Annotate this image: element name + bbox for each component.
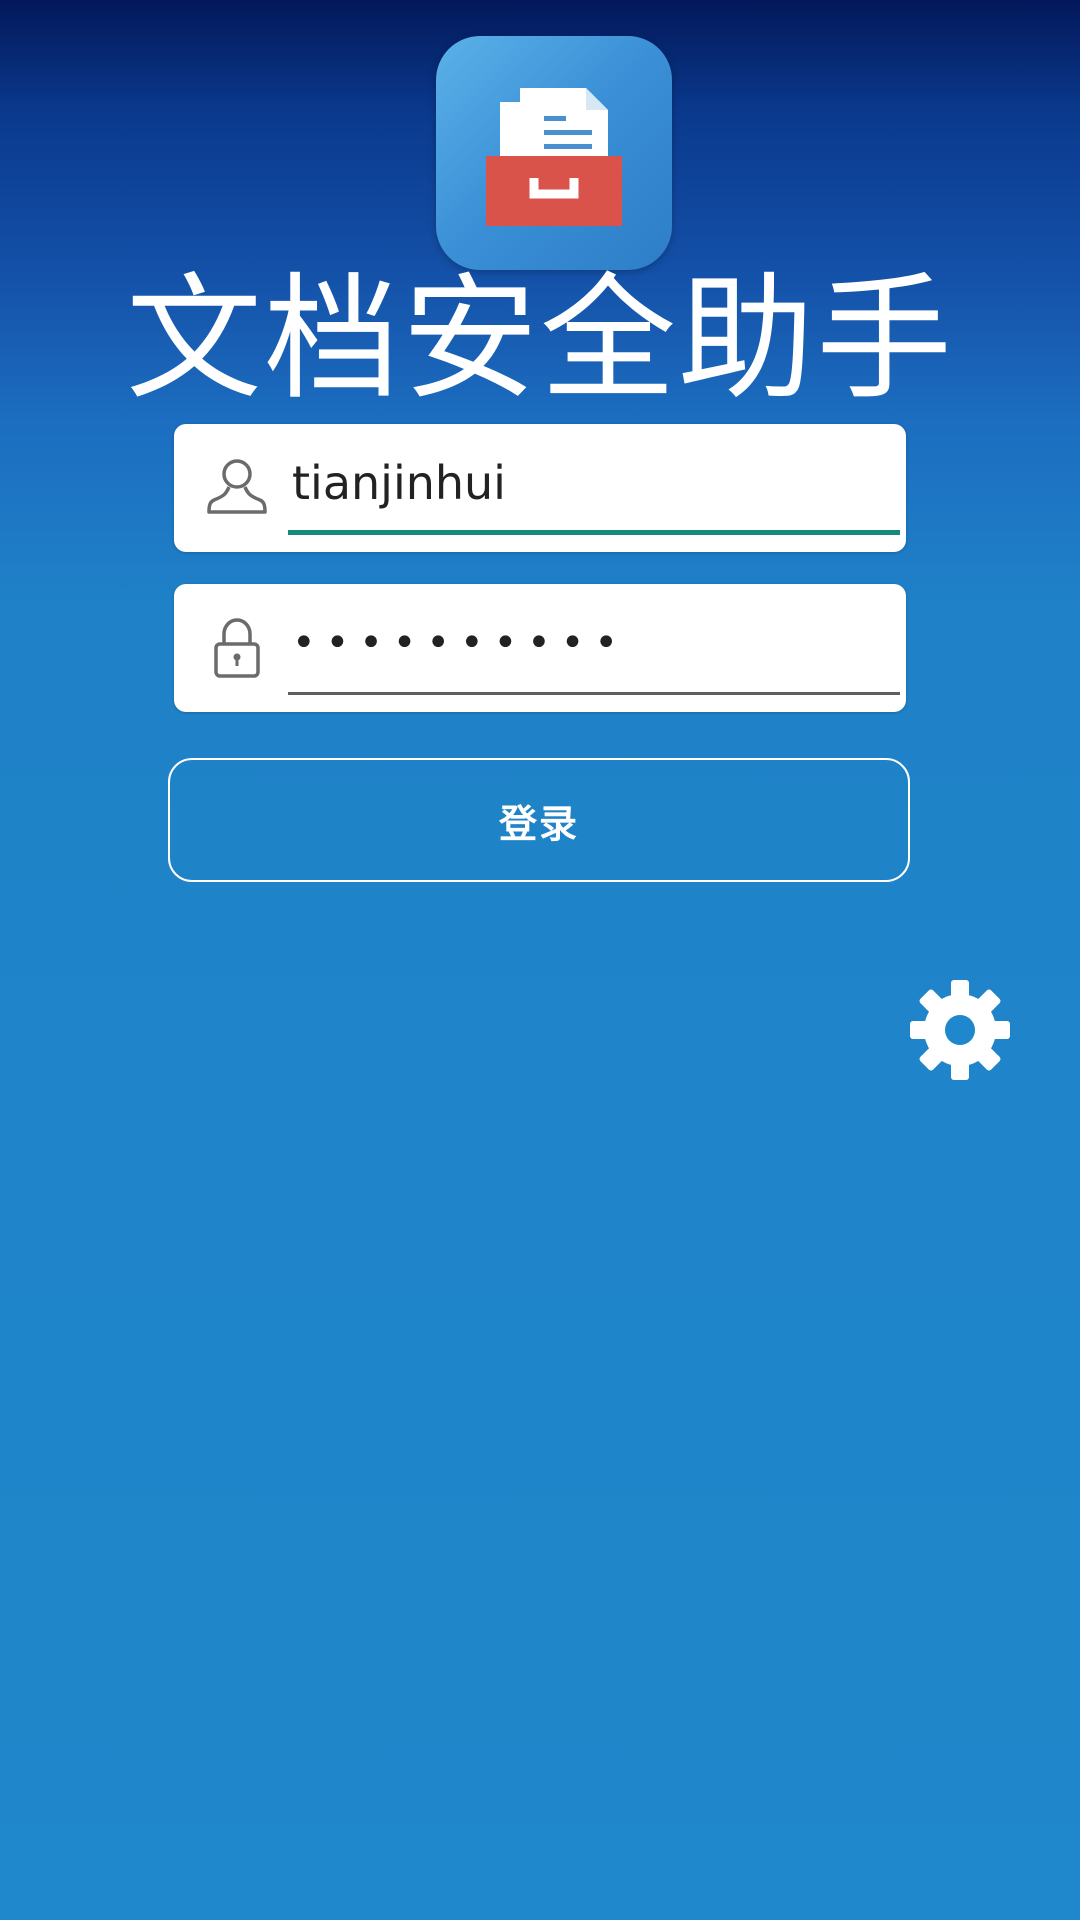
- user-icon: [202, 452, 272, 522]
- lock-icon: [202, 612, 272, 682]
- gear-icon: [910, 980, 1010, 1080]
- login-screen: 文档安全助手 登录: [0, 0, 1080, 1920]
- username-input[interactable]: [288, 442, 900, 524]
- document-drawer-icon: [486, 88, 622, 226]
- app-logo: [436, 36, 672, 270]
- password-underline: [288, 692, 900, 695]
- password-input[interactable]: [288, 602, 900, 684]
- username-focus-underline: [288, 530, 900, 535]
- settings-button[interactable]: [906, 976, 1014, 1084]
- app-title: 文档安全助手: [126, 261, 954, 419]
- login-button[interactable]: 登录: [168, 758, 910, 882]
- password-field[interactable]: [174, 584, 906, 712]
- username-field[interactable]: [174, 424, 906, 552]
